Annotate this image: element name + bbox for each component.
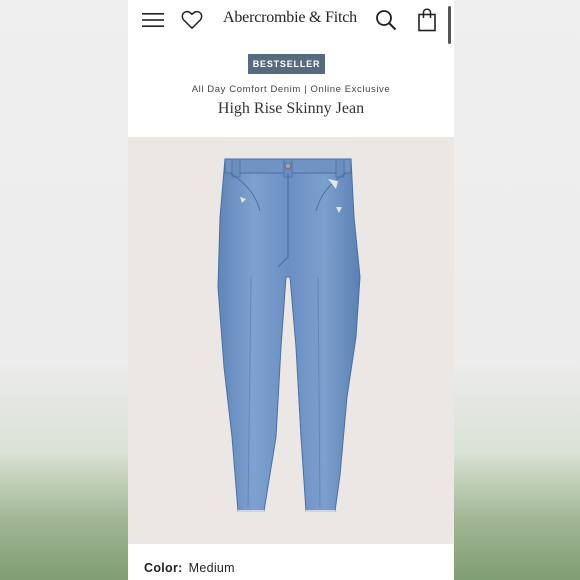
search-icon[interactable] (374, 8, 398, 32)
product-image[interactable] (128, 137, 454, 544)
product-subtitle: All Day Comfort Denim | Online Exclusive (191, 84, 391, 95)
bestseller-badge: BESTSELLER (248, 54, 325, 74)
color-label: Color: (144, 561, 183, 575)
top-navigation-bar: Abercrombie & Fitch (128, 0, 454, 44)
jeans-illustration (217, 158, 361, 512)
bag-icon[interactable] (415, 8, 439, 32)
brand-logo[interactable]: Abercrombie & Fitch (220, 9, 360, 27)
product-page: Abercrombie & Fitch BESTSELLER All Day C… (128, 0, 454, 580)
heart-icon[interactable] (180, 8, 204, 32)
color-value: Medium (188, 561, 235, 575)
color-selection: Color: Medium (144, 561, 235, 575)
scrollbar[interactable] (448, 6, 451, 44)
product-title: High Rise Skinny Jean (217, 100, 365, 117)
menu-icon[interactable] (141, 8, 165, 32)
